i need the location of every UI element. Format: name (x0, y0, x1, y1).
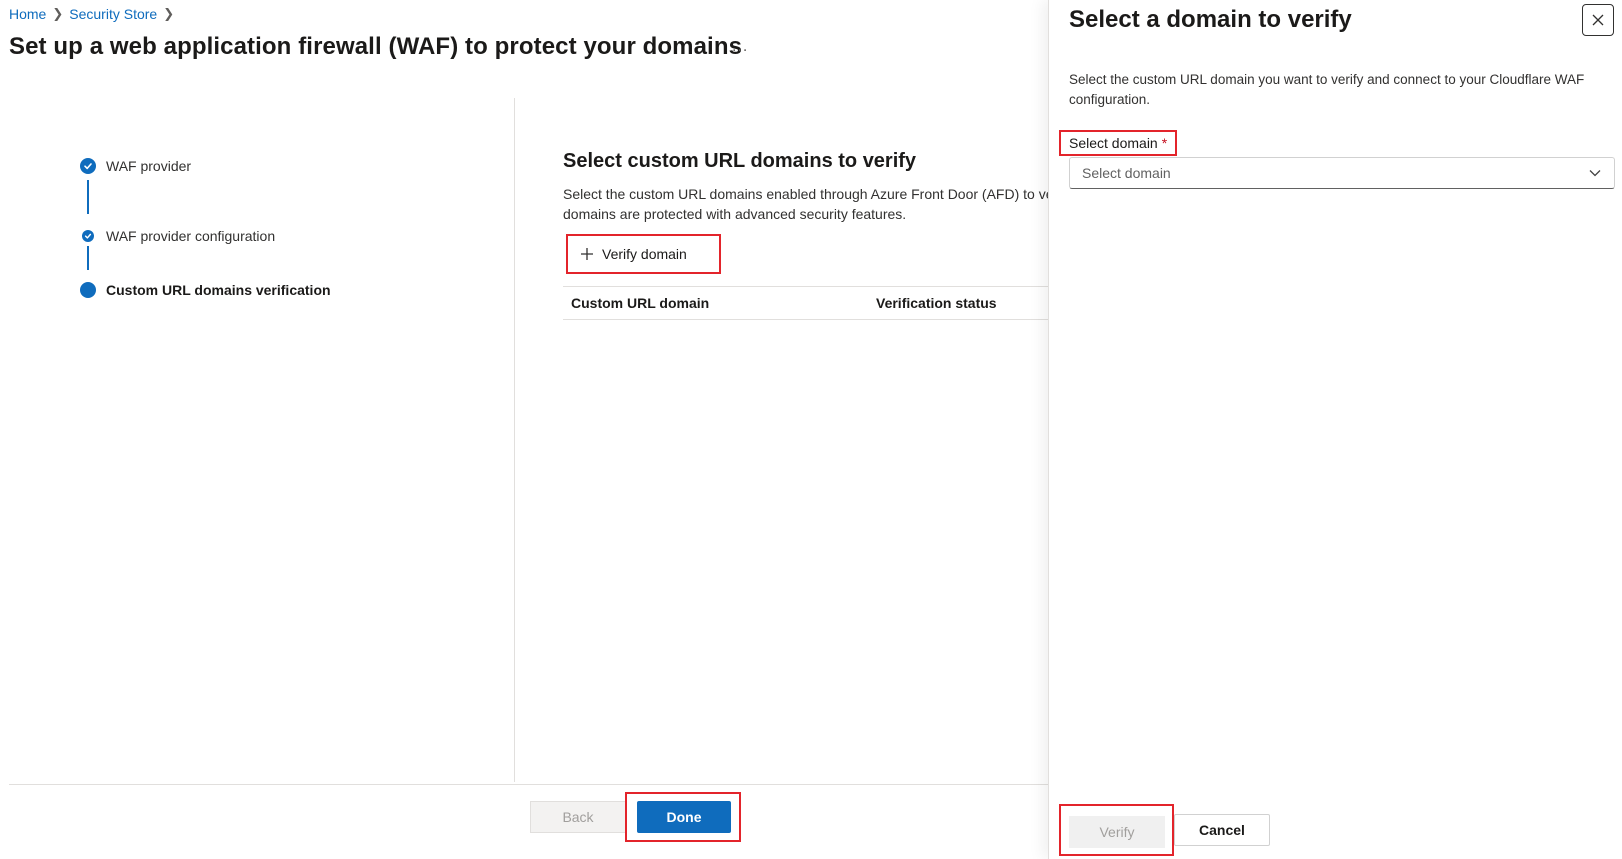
verify-domain-button[interactable]: Verify domain (566, 234, 721, 274)
domains-table-header: Custom URL domain Verification status (563, 286, 1053, 320)
step-waf-provider-configuration[interactable]: WAF provider configuration (82, 228, 275, 244)
select-domain-dropdown[interactable]: Select domain (1069, 157, 1615, 189)
page: Home ❯ Security Store ❯ Set up a web app… (0, 0, 1622, 859)
column-header-custom-url-domain[interactable]: Custom URL domain (571, 295, 709, 311)
step-waf-provider[interactable]: WAF provider (80, 158, 191, 174)
plus-icon (580, 247, 594, 261)
vertical-divider (514, 98, 515, 782)
breadcrumb-home[interactable]: Home (9, 6, 46, 22)
more-options-button[interactable]: ... (732, 38, 748, 56)
column-header-verification-status[interactable]: Verification status (876, 295, 997, 311)
footer-divider (9, 784, 1049, 785)
step-label: WAF provider configuration (106, 228, 276, 244)
field-label-text: Select domain (1069, 135, 1158, 151)
verify-domain-panel: Select a domain to verify Select the cus… (1048, 0, 1622, 859)
chevron-right-icon: ❯ (52, 6, 64, 21)
step-label: Custom URL domains verification (106, 282, 331, 298)
done-button-highlight: Done (625, 792, 741, 842)
cancel-button[interactable]: Cancel (1174, 814, 1270, 846)
chevron-right-icon: ❯ (163, 6, 175, 21)
description-line: domains are protected with advanced secu… (563, 206, 907, 222)
breadcrumb-security-store[interactable]: Security Store (69, 6, 157, 22)
close-icon (1591, 13, 1605, 27)
select-placeholder: Select domain (1082, 165, 1171, 181)
checkmark-icon (80, 158, 96, 174)
required-indicator: * (1161, 135, 1168, 151)
page-title: Set up a web application firewall (WAF) … (9, 33, 743, 60)
section-title: Select custom URL domains to verify (563, 150, 917, 172)
done-button[interactable]: Done (637, 801, 731, 833)
back-button[interactable]: Back (530, 801, 626, 833)
verify-domain-label: Verify domain (602, 246, 687, 262)
chevron-down-icon (1588, 166, 1602, 180)
step-connector (87, 180, 89, 214)
verify-button-highlight: Verify (1059, 804, 1174, 856)
active-step-icon (80, 282, 96, 298)
checkmark-icon (82, 230, 94, 242)
close-panel-button[interactable] (1582, 4, 1614, 36)
description-line: Select the custom URL domains enabled th… (563, 186, 1054, 202)
step-connector (87, 246, 89, 270)
panel-description: Select the custom URL domain you want to… (1069, 72, 1585, 107)
breadcrumb: Home ❯ Security Store ❯ (9, 6, 174, 22)
step-custom-url-domains-verification[interactable]: Custom URL domains verification (80, 282, 331, 298)
verify-button[interactable]: Verify (1069, 816, 1165, 848)
section-description: Select the custom URL domains enabled th… (563, 184, 1063, 224)
step-label: WAF provider (106, 158, 192, 174)
panel-title: Select a domain to verify (1069, 6, 1352, 33)
select-domain-label: Select domain * (1059, 130, 1178, 156)
